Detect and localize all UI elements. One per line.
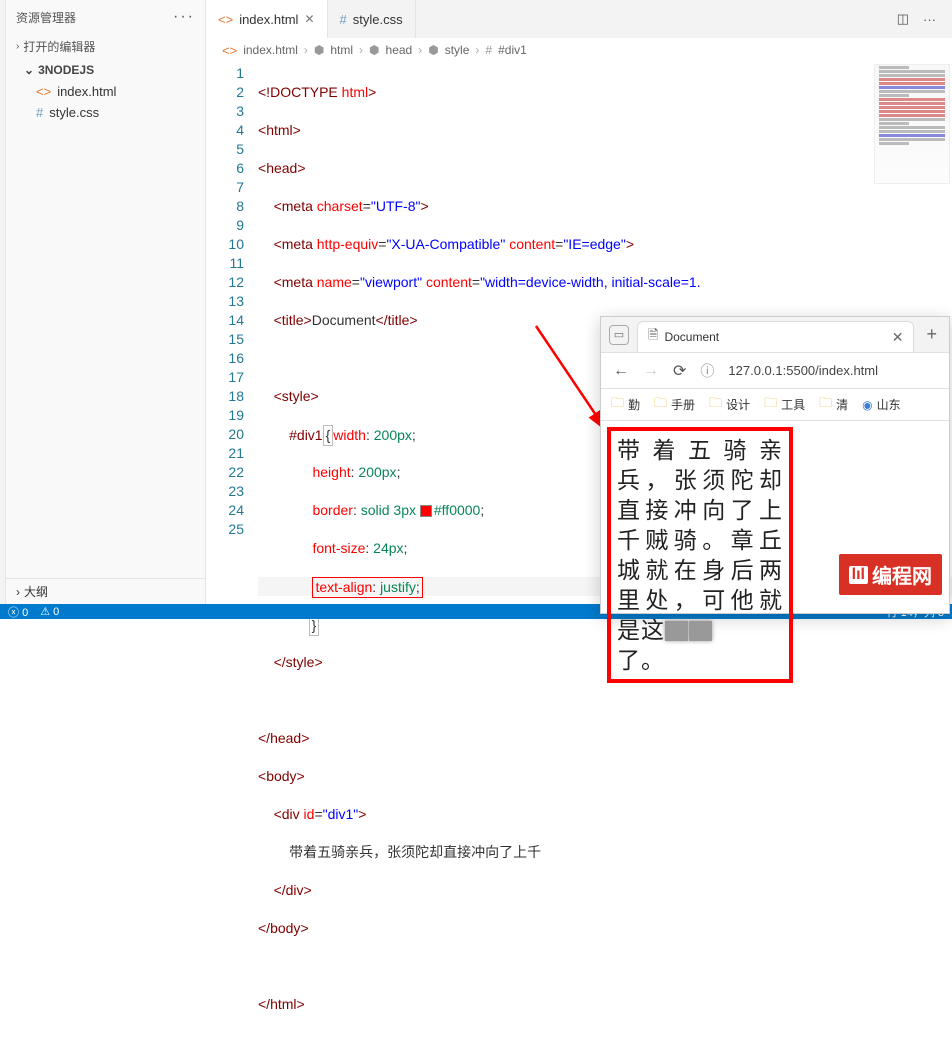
html-file-icon: <>: [36, 84, 51, 99]
tab-style[interactable]: # style.css: [328, 0, 416, 38]
folder-icon: 🗀: [611, 394, 624, 416]
watermark-logo: lıl 编程网: [839, 554, 942, 595]
tabs-actions: ◫ ···: [897, 0, 952, 38]
bookmarks-bar: 🗀勤 🗀手册 🗀设计 🗀工具 🗀清 ◉山东: [601, 389, 949, 421]
file-item-style[interactable]: # style.css: [6, 102, 205, 123]
logo-icon: lıl: [849, 566, 868, 584]
chevron-right-icon: ›: [418, 43, 422, 57]
bookmark-item[interactable]: 🗀手册: [654, 394, 695, 416]
site-info-icon[interactable]: ⓘ: [700, 361, 714, 381]
id-icon: #: [485, 43, 492, 57]
bookmark-item[interactable]: 🗀勤: [611, 394, 640, 416]
chevron-right-icon: ›: [16, 585, 20, 599]
sidebar-header: 资源管理器 ···: [6, 0, 205, 34]
sidebar: 资源管理器 ··· › 打开的编辑器 ⌄ 3NODEJS <> index.ht…: [6, 0, 206, 604]
outline-label: 大纲: [24, 583, 48, 600]
globe-icon: ◉: [862, 398, 872, 412]
bc-item[interactable]: head: [386, 43, 413, 57]
folder-icon: 🗀: [654, 394, 667, 416]
bc-item[interactable]: #div1: [498, 43, 527, 57]
chevron-right-icon: ›: [475, 43, 479, 57]
browser-tabbar: ▭ 🗎 Document ✕ +: [601, 317, 949, 353]
minimap[interactable]: [874, 64, 950, 184]
file-label: index.html: [57, 84, 116, 99]
chevron-right-icon: ›: [16, 41, 19, 52]
browser-tab[interactable]: 🗎 Document ✕: [637, 321, 914, 352]
folder-label: 3NODEJS: [38, 63, 94, 77]
tag-icon: ⬢: [314, 43, 324, 57]
folder-root[interactable]: ⌄ 3NODEJS: [6, 59, 205, 81]
browser-toolbar: ← → ⟳ ⓘ 127.0.0.1:5500/index.html: [601, 353, 949, 389]
new-tab-button[interactable]: +: [922, 324, 941, 345]
file-item-index[interactable]: <> index.html: [6, 81, 205, 102]
editor-tabs: <> index.html ✕ # style.css ◫ ···: [206, 0, 952, 38]
open-editors-section[interactable]: › 打开的编辑器: [6, 34, 205, 59]
bc-item[interactable]: style: [445, 43, 470, 57]
html-file-icon: <>: [222, 43, 237, 58]
chevron-right-icon: ›: [359, 43, 363, 57]
document-icon: 🗎: [648, 326, 658, 348]
folder-icon: 🗀: [709, 394, 722, 416]
forward-button[interactable]: →: [643, 362, 659, 380]
css-file-icon: #: [340, 12, 347, 27]
bc-item[interactable]: html: [330, 43, 353, 57]
bookmark-item[interactable]: 🗀工具: [764, 394, 805, 416]
tab-title: Document: [664, 330, 719, 344]
tag-icon: ⬢: [369, 43, 379, 57]
tag-icon: ⬢: [428, 43, 438, 57]
folder-icon: 🗀: [819, 394, 832, 416]
reload-button[interactable]: ⟳: [673, 361, 686, 381]
file-label: style.css: [49, 105, 99, 120]
bookmark-item[interactable]: 🗀清: [819, 394, 848, 416]
css-file-icon: #: [36, 105, 43, 120]
tab-label: index.html: [239, 12, 298, 27]
color-swatch-red[interactable]: [420, 505, 432, 517]
close-icon[interactable]: ✕: [892, 329, 904, 346]
chevron-right-icon: ›: [304, 43, 308, 57]
more-icon[interactable]: ···: [923, 12, 936, 27]
window-icon[interactable]: ▭: [609, 325, 629, 345]
html-file-icon: <>: [218, 12, 233, 27]
warnings-badge[interactable]: ⚠ 0: [40, 605, 59, 618]
sidebar-title: 资源管理器: [16, 9, 76, 26]
bookmark-item[interactable]: ◉山东: [862, 396, 901, 413]
breadcrumb[interactable]: <> index.html › ⬢ html › ⬢ head › ⬢ styl…: [206, 38, 952, 62]
outline-section[interactable]: › 大纲: [6, 578, 205, 604]
tab-index[interactable]: <> index.html ✕: [206, 0, 328, 38]
bookmark-item[interactable]: 🗀设计: [709, 394, 750, 416]
folder-icon: 🗀: [764, 394, 777, 416]
address-text[interactable]: 127.0.0.1:5500/index.html: [728, 363, 878, 378]
bc-item[interactable]: index.html: [243, 43, 298, 57]
logo-text: 编程网: [872, 560, 932, 589]
line-gutter: 1234567891011121314151617181920212223242…: [206, 62, 258, 604]
tab-label: style.css: [353, 12, 403, 27]
back-button[interactable]: ←: [613, 362, 629, 380]
open-editors-label: 打开的编辑器: [23, 38, 95, 55]
errors-badge[interactable]: ⓧ 0: [8, 604, 28, 620]
chevron-down-icon: ⌄: [24, 63, 34, 77]
more-icon[interactable]: ···: [173, 8, 195, 26]
close-icon[interactable]: ✕: [304, 12, 314, 26]
split-editor-icon[interactable]: ◫: [897, 11, 909, 27]
preview-div1: 带着五骑亲兵，张须陀却直接冲向了上千贼骑。章丘城就在身后两里处，可他就是这▇▇了…: [607, 427, 793, 683]
